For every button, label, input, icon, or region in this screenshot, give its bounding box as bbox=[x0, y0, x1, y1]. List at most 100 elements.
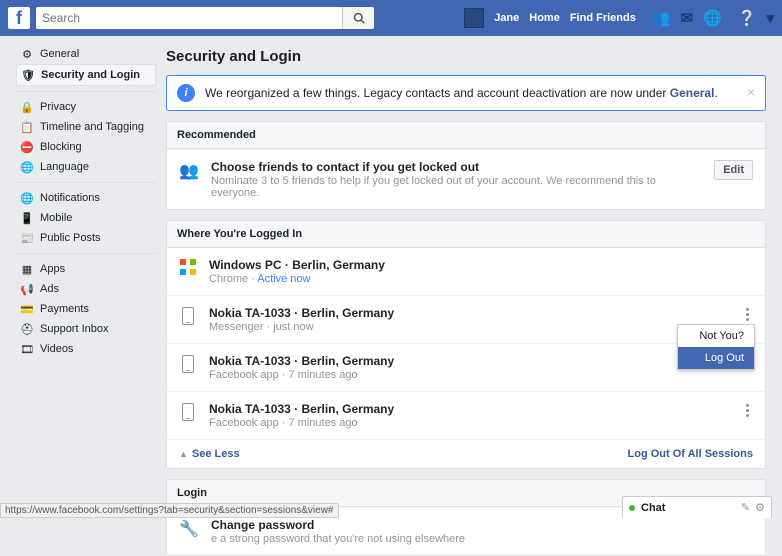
settings-sidebar: ⚙General 🛡 Security and Login 🔒 Privacy 📋 Time… bbox=[16, 44, 156, 518]
not-you-option[interactable]: Not You? bbox=[678, 325, 754, 347]
sidebar-item-label: Ads bbox=[40, 283, 59, 295]
notifications-icon[interactable]: 🌐 bbox=[703, 9, 722, 27]
sidebar-item-label: Videos bbox=[40, 343, 73, 355]
sidebar-item-icon: 🛡 bbox=[21, 68, 35, 82]
sidebar-item-security-and-login[interactable]: 🛡 Security and Login bbox=[16, 64, 156, 86]
sidebar-item-icon: ⛑ bbox=[20, 322, 34, 336]
sidebar-item-label: Mobile bbox=[40, 212, 72, 224]
phone-icon bbox=[182, 403, 194, 421]
see-less-link[interactable]: ▲See Less bbox=[179, 448, 240, 460]
session-detail: Chrome · Active now bbox=[209, 273, 753, 285]
edit-button[interactable]: Edit bbox=[714, 160, 753, 180]
sidebar-item-icon: 📋 bbox=[20, 120, 34, 134]
recommended-row: 👥 Choose friends to contact if you get l… bbox=[167, 149, 765, 209]
sidebar-item-label: Security and Login bbox=[41, 69, 140, 81]
session-device: Nokia TA-1033 · Berlin, Germany bbox=[209, 402, 730, 416]
info-icon: i bbox=[177, 84, 195, 102]
logout-all-link[interactable]: Log Out Of All Sessions bbox=[628, 448, 754, 460]
home-link[interactable]: Home bbox=[529, 12, 560, 24]
sidebar-item-language[interactable]: 🌐 Language bbox=[16, 157, 156, 177]
account-menu-icon[interactable]: ▾ bbox=[766, 9, 774, 27]
page-title: Security and Login bbox=[166, 48, 766, 65]
session-device: Nokia TA-1033 · Berlin, Germany bbox=[209, 306, 730, 320]
row-title: Change password bbox=[211, 518, 753, 532]
session-device: Nokia TA-1033 · Berlin, Germany bbox=[209, 354, 753, 368]
phone-icon bbox=[182, 355, 194, 373]
find-friends-link[interactable]: Find Friends bbox=[570, 12, 636, 24]
phone-icon bbox=[182, 307, 194, 325]
session-detail: Facebook app · 7 minutes ago bbox=[209, 417, 730, 429]
sidebar-item-general[interactable]: ⚙General bbox=[16, 44, 156, 64]
session-row: Nokia TA-1033 · Berlin, GermanyFacebook … bbox=[167, 391, 765, 439]
sidebar-item-icon: 🔒 bbox=[20, 100, 34, 114]
search-icon bbox=[353, 12, 365, 24]
sidebar-item-label: Blocking bbox=[40, 141, 82, 153]
sidebar-item-icon: 📰 bbox=[20, 231, 34, 245]
session-row: Nokia TA-1033 · Berlin, GermanyMessenger… bbox=[167, 295, 765, 343]
sessions-footer: ▲See Less Log Out Of All Sessions bbox=[167, 439, 765, 468]
session-menu-button[interactable] bbox=[742, 306, 753, 323]
top-right: Jane Home Find Friends 👥 ✉ 🌐 ❔ ▾ bbox=[464, 8, 774, 28]
online-dot-icon bbox=[629, 505, 635, 511]
sidebar-item-notifications[interactable]: 🌐 Notifications bbox=[16, 188, 156, 208]
session-menu-button[interactable] bbox=[742, 402, 753, 419]
sidebar-item-icon: ⚙ bbox=[20, 47, 34, 61]
card-header: Recommended bbox=[167, 122, 765, 149]
messenger-icon[interactable]: ✉ bbox=[681, 9, 694, 27]
chevron-up-icon: ▲ bbox=[179, 449, 188, 459]
sidebar-item-icon: 📢 bbox=[20, 282, 34, 296]
row-title: Choose friends to contact if you get loc… bbox=[211, 160, 702, 174]
sidebar-item-timeline-and-tagging[interactable]: 📋 Timeline and Tagging bbox=[16, 117, 156, 137]
session-detail: Facebook app · 7 minutes ago bbox=[209, 369, 753, 381]
card-header: Where You're Logged In bbox=[167, 221, 765, 248]
search-button[interactable] bbox=[342, 7, 374, 29]
sidebar-item-blocking[interactable]: ⛔ Blocking bbox=[16, 137, 156, 157]
sidebar-item-icon: 📱 bbox=[20, 211, 34, 225]
sidebar-item-support-inbox[interactable]: ⛑Support Inbox bbox=[16, 319, 156, 339]
sessions-card: Where You're Logged In Windows PC · Berl… bbox=[166, 220, 766, 469]
close-icon[interactable]: × bbox=[747, 84, 755, 100]
session-detail: Messenger · just now bbox=[209, 321, 730, 333]
notice-text: We reorganized a few things. Legacy cont… bbox=[205, 86, 718, 100]
chat-bar[interactable]: Chat ✎ ⚙ bbox=[622, 496, 772, 518]
top-bar: f Jane Home Find Friends 👥 ✉ 🌐 ❔ ▾ bbox=[0, 0, 782, 36]
sidebar-item-icon: 🌐 bbox=[20, 160, 34, 174]
facebook-logo-icon[interactable]: f bbox=[8, 7, 30, 29]
help-icon[interactable]: ❔ bbox=[738, 9, 757, 27]
session-menu-popup: Not You?Log Out bbox=[677, 324, 755, 370]
sidebar-item-label: Privacy bbox=[40, 101, 76, 113]
search-wrap bbox=[36, 7, 374, 29]
sidebar-item-label: Public Posts bbox=[40, 232, 101, 244]
top-icons: 👥 ✉ 🌐 ❔ ▾ bbox=[652, 9, 774, 27]
recommended-card: Recommended 👥 Choose friends to contact … bbox=[166, 121, 766, 210]
profile-link[interactable]: Jane bbox=[494, 12, 519, 24]
log-out-option[interactable]: Log Out bbox=[678, 347, 754, 369]
avatar[interactable] bbox=[464, 8, 484, 28]
main-panel: Security and Login i We reorganized a fe… bbox=[166, 44, 766, 518]
sidebar-item-payments[interactable]: 💳Payments bbox=[16, 299, 156, 319]
sidebar-item-label: Notifications bbox=[40, 192, 100, 204]
chat-label: Chat bbox=[641, 502, 665, 514]
sidebar-item-icon: 💳 bbox=[20, 302, 34, 316]
sidebar-item-mobile[interactable]: 📱 Mobile bbox=[16, 208, 156, 228]
sidebar-item-label: Language bbox=[40, 161, 89, 173]
sidebar-item-icon: ⛔ bbox=[20, 140, 34, 154]
sidebar-item-ads[interactable]: 📢 Ads bbox=[16, 279, 156, 299]
notice-general-link[interactable]: General bbox=[670, 86, 715, 100]
status-bar-url: https://www.facebook.com/settings?tab=se… bbox=[0, 503, 339, 518]
sidebar-item-apps[interactable]: ▦Apps bbox=[16, 259, 156, 279]
gear-icon[interactable]: ⚙ bbox=[755, 501, 765, 514]
friends-icon: 👥 bbox=[179, 160, 199, 181]
friend-requests-icon[interactable]: 👥 bbox=[652, 9, 671, 27]
compose-icon[interactable]: ✎ bbox=[741, 501, 750, 514]
search-input[interactable] bbox=[36, 7, 374, 29]
sidebar-item-icon: ▦ bbox=[20, 262, 34, 276]
sidebar-item-privacy[interactable]: 🔒 Privacy bbox=[16, 97, 156, 117]
row-subtitle: e a strong password that you're not usin… bbox=[211, 533, 753, 545]
sidebar-item-icon: 🌐 bbox=[20, 191, 34, 205]
windows-icon bbox=[180, 259, 196, 275]
sidebar-item-icon: 🎞 bbox=[20, 342, 34, 356]
sidebar-item-public-posts[interactable]: 📰 Public Posts bbox=[16, 228, 156, 248]
sidebar-item-label: Timeline and Tagging bbox=[40, 121, 144, 133]
sidebar-item-videos[interactable]: 🎞 Videos bbox=[16, 339, 156, 359]
